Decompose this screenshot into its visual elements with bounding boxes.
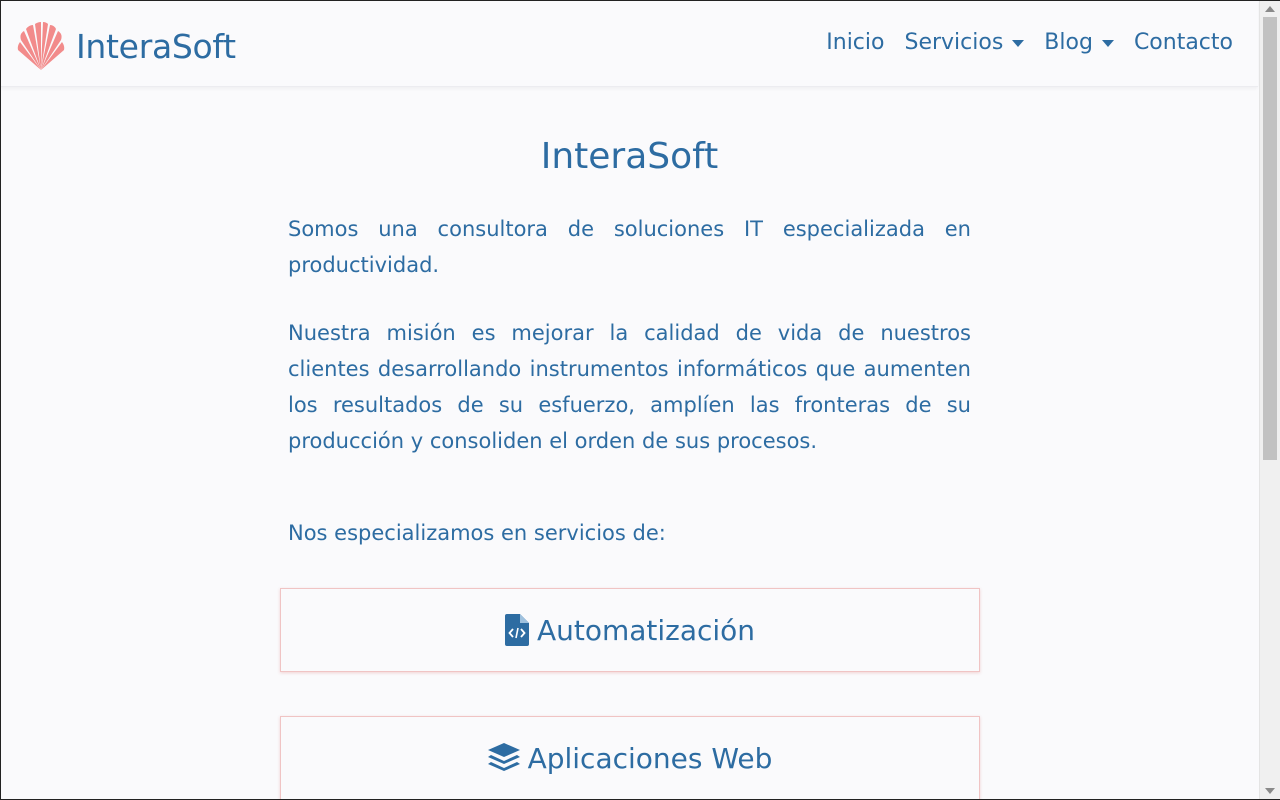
main-nav: Inicio Servicios Blog Contacto (806, 30, 1233, 55)
layers-icon (487, 743, 520, 773)
nav-item-blog[interactable]: Blog (1044, 30, 1114, 55)
nav-item-inicio[interactable]: Inicio (826, 30, 884, 55)
service-card-aplicaciones-web[interactable]: Aplicaciones Web (280, 716, 980, 800)
main-content: InteraSoft Somos una consultora de soluc… (288, 120, 971, 551)
intro-paragraph: Somos una consultora de soluciones IT es… (288, 217, 971, 277)
nav-item-label: Servicios (904, 30, 1004, 55)
service-label: Aplicaciones Web (527, 741, 773, 775)
navbar: InteraSoft Inicio Servicios Blog Contact… (0, 0, 1258, 87)
services-intro: Nos especializamos en servicios de: (288, 521, 666, 545)
scroll-down-arrow-icon[interactable] (1265, 788, 1275, 794)
caret-down-icon (1012, 40, 1025, 47)
vertical-scrollbar[interactable] (1259, 0, 1280, 800)
nav-item-label: Inicio (826, 30, 885, 55)
brand-link[interactable]: InteraSoft (15, 20, 236, 72)
caret-down-icon (1101, 40, 1114, 47)
nav-item-servicios[interactable]: Servicios (904, 30, 1025, 55)
service-label: Automatización (536, 613, 756, 647)
service-card-automatizacion[interactable]: Automatización (280, 588, 980, 672)
scroll-up-arrow-icon[interactable] (1265, 6, 1275, 12)
shell-fan-logo-icon (17, 22, 65, 70)
nav-item-label: Contacto (1133, 30, 1233, 55)
brand-name: InteraSoft (76, 26, 236, 66)
page-title: InteraSoft (540, 136, 719, 177)
file-code-icon (504, 614, 529, 646)
nav-item-contacto[interactable]: Contacto (1134, 30, 1233, 55)
scrollbar-thumb[interactable] (1263, 17, 1277, 460)
nav-item-label: Blog (1044, 30, 1093, 55)
mission-paragraph: Nuestra misión es mejorar la calidad de … (288, 321, 971, 453)
